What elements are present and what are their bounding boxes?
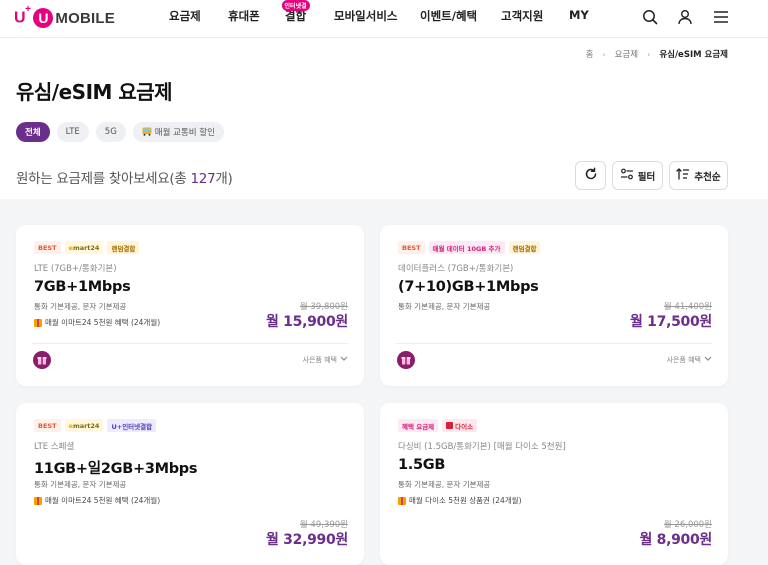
plan-subtitle: LTE (7GB+/통화기본) bbox=[34, 264, 117, 274]
nav-item-my[interactable]: MY bbox=[569, 8, 589, 22]
refresh-icon bbox=[584, 167, 598, 184]
data-bonus-tag: 매월 데이터 10GB 추가 bbox=[428, 241, 505, 254]
breadcrumb-separator: › bbox=[647, 49, 651, 59]
logo-mobile-text: MOBILE bbox=[55, 9, 115, 27]
plan-description: 통화 기본제공, 문자 기본제공 bbox=[398, 302, 491, 311]
plan-tags: BEST e mart24 U+인터넷결합 bbox=[34, 419, 157, 432]
result-count: 127 bbox=[190, 171, 216, 187]
random-bundle-tag: 랜덤결합 bbox=[107, 241, 140, 254]
logo-u-mark: U bbox=[33, 8, 54, 28]
plan-gift-info: 매월 이마트24 5천원 혜택 (24개월) bbox=[34, 495, 160, 506]
plan-subtitle: LTE 스페셜 bbox=[34, 442, 75, 452]
daiso-tag: 다이소 bbox=[442, 419, 478, 432]
discount-price: 월 15,900원 bbox=[266, 314, 348, 330]
result-prefix: 원하는 요금제를 찾아보세요(총 bbox=[16, 171, 191, 187]
plan-card-7plus10gb[interactable]: BEST 매월 데이터 10GB 추가 랜덤결합 데이터플러스 (7GB+/통화… bbox=[380, 225, 728, 386]
page-title: 유심/eSIM 요금제 bbox=[16, 80, 173, 104]
plan-card-1-5gb[interactable]: 혜택 요금제 다이소 다싱비 (1.5GB/통화기본) [매월 다이소 5천원]… bbox=[380, 403, 728, 565]
gift-box-icon bbox=[33, 351, 51, 369]
bus-icon bbox=[142, 127, 152, 138]
plan-description: 통화 기본제공, 문자 기본제공 bbox=[398, 480, 491, 489]
plan-subtitle: 데이터플러스 (7GB+/통화기본) bbox=[398, 264, 514, 274]
gift-benefit-toggle[interactable]: 사은품 혜택 bbox=[303, 355, 348, 365]
plan-tags: 혜택 요금제 다이소 bbox=[398, 419, 478, 432]
filter-icon bbox=[620, 168, 634, 183]
breadcrumb-home[interactable]: 홈 bbox=[586, 48, 594, 60]
chevron-down-icon bbox=[340, 356, 348, 364]
top-navigation-bar: U+ U MOBILE 요금제 휴대폰 인터넷결 결합 모바일서비스 이벤트/혜… bbox=[0, 0, 768, 38]
plan-gift-info: 매월 다이소 5천원 상품권 (24개월) bbox=[398, 495, 522, 506]
card-divider bbox=[396, 343, 712, 344]
breadcrumb-current: 유심/eSIM 요금제 bbox=[659, 50, 728, 60]
best-tag: BEST bbox=[34, 241, 61, 254]
breadcrumb-plans[interactable]: 요금제 bbox=[615, 48, 638, 60]
emart24-tag: e mart24 bbox=[64, 241, 104, 254]
result-suffix: 개) bbox=[215, 171, 233, 187]
nav-item-plans[interactable]: 요금제 bbox=[169, 8, 201, 24]
plan-name: 1.5GB bbox=[398, 457, 446, 473]
gift-benefit-toggle[interactable]: 사은품 혜택 bbox=[667, 355, 712, 365]
result-count-text: 원하는 요금제를 찾아보세요(총 127개) bbox=[16, 167, 233, 187]
nav-item-events[interactable]: 이벤트/혜택 bbox=[420, 8, 477, 24]
plan-tags: BEST e mart24 랜덤결합 bbox=[34, 241, 140, 254]
nav-item-support[interactable]: 고객지원 bbox=[501, 8, 543, 24]
plan-subtitle: 다싱비 (1.5GB/통화기본) [매월 다이소 5천원] bbox=[398, 442, 566, 452]
breadcrumb-separator: › bbox=[602, 49, 606, 59]
best-tag: BEST bbox=[34, 419, 61, 432]
gift-icon bbox=[34, 496, 42, 505]
plan-name: (7+10)GB+1Mbps bbox=[398, 279, 539, 295]
discount-price: 월 32,990원 bbox=[266, 532, 348, 548]
nav-bundle-badge: 인터넷결 bbox=[281, 0, 310, 11]
plan-tags: BEST 매월 데이터 10GB 추가 랜덤결합 bbox=[398, 241, 541, 254]
gift-icon bbox=[34, 318, 42, 327]
filter-chip-group: 전체 LTE 5G 매월 교통비 할인 bbox=[16, 122, 224, 142]
sort-icon bbox=[676, 168, 690, 183]
plan-card-11gb[interactable]: BEST e mart24 U+인터넷결합 LTE 스페셜 11GB+일2GB+3… bbox=[16, 403, 364, 565]
sort-button[interactable]: 추천순 bbox=[669, 161, 728, 190]
refresh-button[interactable] bbox=[575, 161, 606, 190]
menu-icon[interactable] bbox=[711, 7, 731, 27]
daiso-logo-icon bbox=[446, 422, 454, 429]
plan-description: 통화 기본제공, 문자 기본제공 bbox=[34, 480, 127, 489]
nav-item-phones[interactable]: 휴대폰 bbox=[228, 8, 260, 24]
plan-card-7gb[interactable]: BEST e mart24 랜덤결합 LTE (7GB+/통화기본) 7GB+1M… bbox=[16, 225, 364, 386]
gift-box-icon bbox=[397, 351, 415, 369]
chip-5g[interactable]: 5G bbox=[95, 122, 126, 142]
chip-transport-label: 매월 교통비 할인 bbox=[154, 128, 215, 138]
nav-bundle-label: 결합 bbox=[285, 9, 307, 23]
gift-icon bbox=[398, 496, 406, 505]
plan-gift-info: 매월 이마트24 5천원 혜택 (24개월) bbox=[34, 317, 160, 328]
best-tag: BEST bbox=[398, 241, 425, 254]
umobile-logo[interactable]: U+ U MOBILE bbox=[14, 4, 115, 30]
random-bundle-tag: 랜덤결합 bbox=[508, 241, 541, 254]
user-icon[interactable] bbox=[675, 7, 695, 27]
plan-name: 11GB+일2GB+3Mbps bbox=[34, 461, 198, 477]
card-divider bbox=[32, 343, 348, 344]
filter-label: 필터 bbox=[637, 171, 656, 183]
chip-all[interactable]: 전체 bbox=[16, 122, 50, 142]
chevron-down-icon bbox=[704, 356, 712, 364]
nav-item-mobile-services[interactable]: 모바일서비스 bbox=[334, 8, 397, 24]
search-icon[interactable] bbox=[640, 7, 660, 27]
plan-description: 통화 기본제공, 문자 기본제공 bbox=[34, 302, 127, 311]
internet-bundle-tag: U+인터넷결합 bbox=[107, 419, 157, 432]
benefit-plan-tag: 혜택 요금제 bbox=[398, 419, 439, 432]
breadcrumb: 홈 › 요금제 › 유심/eSIM 요금제 bbox=[586, 48, 728, 61]
chip-lte[interactable]: LTE bbox=[56, 122, 89, 142]
nav-item-bundle[interactable]: 인터넷결 결합 bbox=[281, 0, 310, 24]
chip-transport-discount[interactable]: 매월 교통비 할인 bbox=[132, 122, 224, 142]
discount-price: 월 8,900원 bbox=[639, 532, 712, 548]
filter-button[interactable]: 필터 bbox=[612, 161, 663, 190]
discount-price: 월 17,500원 bbox=[630, 314, 712, 330]
plan-name: 7GB+1Mbps bbox=[34, 279, 131, 295]
logo-uplus-text: U+ bbox=[14, 4, 31, 27]
emart24-tag: e mart24 bbox=[64, 419, 104, 432]
sort-label: 추천순 bbox=[694, 171, 721, 183]
